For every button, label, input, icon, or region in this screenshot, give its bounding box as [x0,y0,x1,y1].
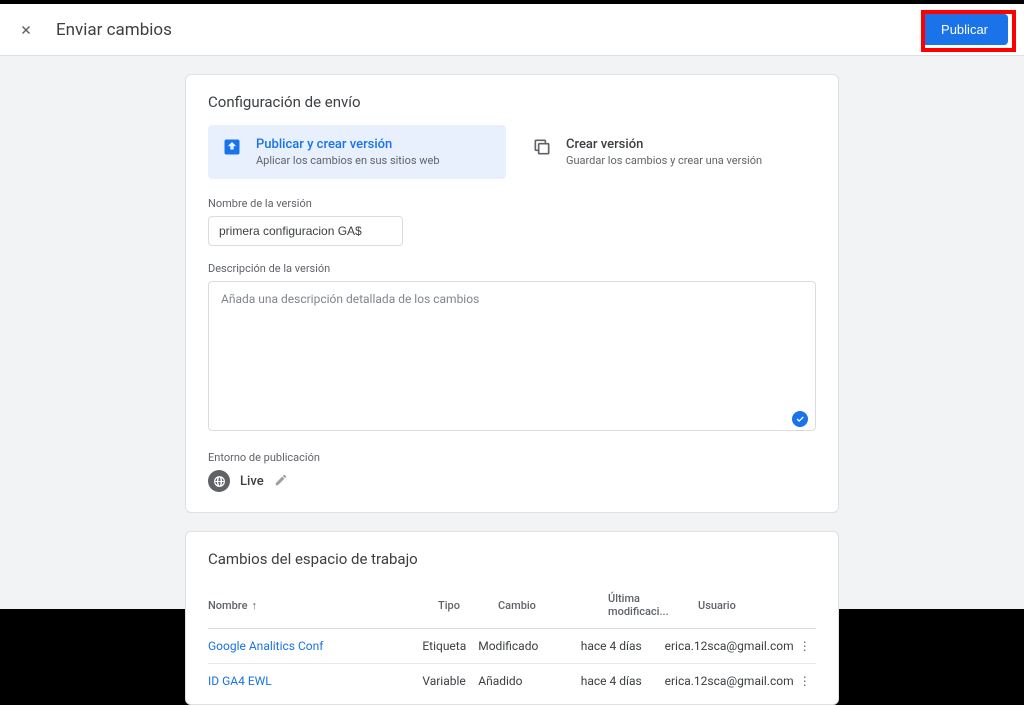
row-name-link[interactable]: ID GA4 EWL [208,674,422,688]
dialog-header: Enviar cambios Publicar [0,4,1024,56]
table-header-row: Nombre↑ Tipo Cambio Última modificaci...… [208,582,816,629]
row-change: Modificado [478,639,581,653]
row-type: Etiqueta [422,639,478,653]
upload-icon [222,137,244,159]
option-version-subtitle: Guardar los cambios y crear una versión [566,154,762,167]
option-create-version[interactable]: Crear versión Guardar los cambios y crea… [518,125,816,179]
changes-table: Nombre↑ Tipo Cambio Última modificaci...… [208,582,816,698]
col-name[interactable]: Nombre↑ [208,599,438,612]
more-icon[interactable]: ⋮ [794,674,816,688]
copy-icon [532,137,554,159]
option-version-title: Crear versión [566,137,762,152]
more-icon[interactable]: ⋮ [794,639,816,653]
version-desc-textarea[interactable] [208,281,816,431]
config-section-title: Configuración de envío [208,93,816,111]
check-icon [792,411,808,427]
row-name-link[interactable]: Google Analitics Conf [208,639,422,653]
option-publish-subtitle: Aplicar los cambios en sus sitios web [256,154,440,167]
table-row[interactable]: ID GA4 EWL Variable Añadido hace 4 días … [208,664,816,698]
row-change: Añadido [478,674,581,688]
option-publish-title: Publicar y crear versión [256,137,440,152]
table-row[interactable]: Google Analitics Conf Etiqueta Modificad… [208,629,816,664]
row-modified: hace 4 días [581,674,665,688]
workspace-changes-card: Cambios del espacio de trabajo Nombre↑ T… [185,531,839,705]
env-label: Entorno de publicación [208,451,816,464]
submit-config-card: Configuración de envío Publicar y crear … [185,74,839,513]
close-icon[interactable] [16,20,36,40]
row-user: erica.12sca@gmail.com [665,639,794,653]
row-type: Variable [422,674,478,688]
sort-arrow-icon: ↑ [252,599,258,612]
dialog-title: Enviar cambios [56,20,921,40]
col-change[interactable]: Cambio [498,599,608,612]
version-desc-label: Descripción de la versión [208,262,816,275]
col-type[interactable]: Tipo [438,599,498,612]
version-name-input[interactable] [208,216,403,246]
row-user: erica.12sca@gmail.com [665,674,794,688]
row-modified: hace 4 días [581,639,665,653]
changes-section-title: Cambios del espacio de trabajo [208,550,816,568]
option-publish-and-version[interactable]: Publicar y crear versión Aplicar los cam… [208,125,506,179]
col-user[interactable]: Usuario [698,599,792,612]
pencil-icon[interactable] [274,473,290,489]
version-name-label: Nombre de la versión [208,197,816,210]
globe-icon [208,470,230,492]
col-modified[interactable]: Última modificaci... [608,592,698,618]
env-value: Live [240,474,264,489]
publish-button[interactable]: Publicar [921,14,1008,45]
